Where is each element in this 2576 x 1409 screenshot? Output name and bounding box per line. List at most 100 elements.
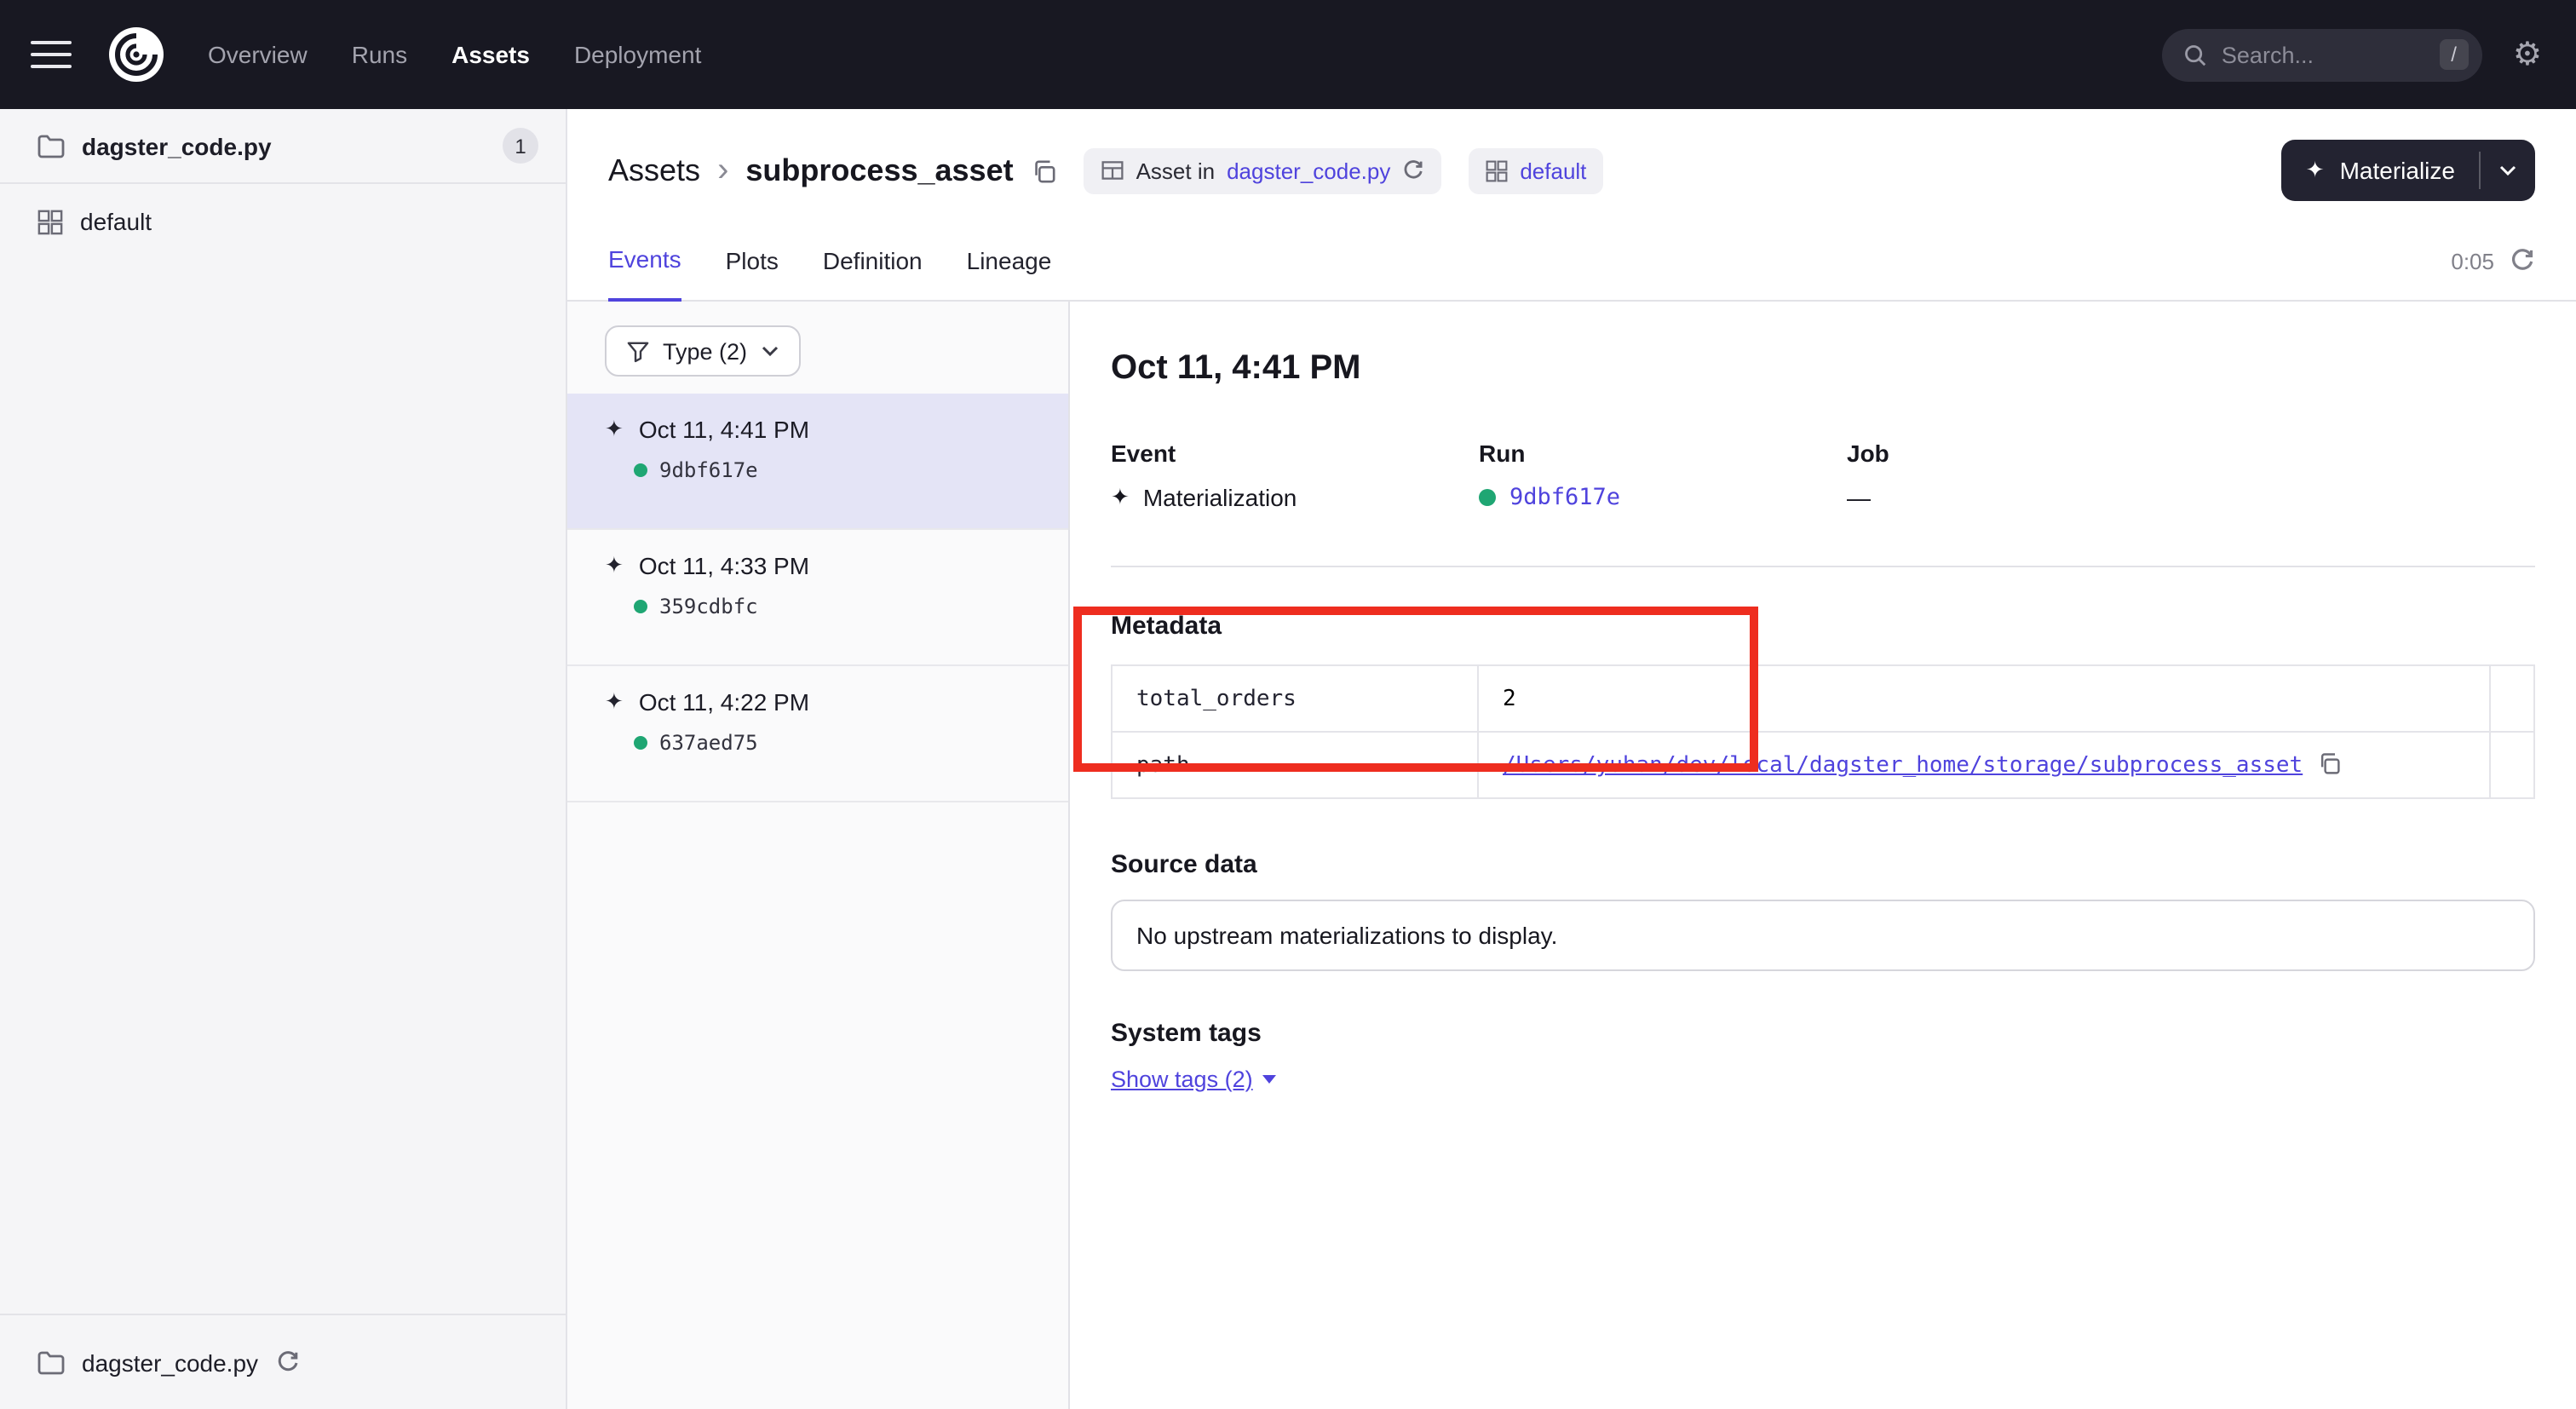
nav-item-assets[interactable]: Assets — [451, 41, 530, 68]
event-detail-panel: Oct 11, 4:41 PM Event ✦ Materialization … — [1070, 302, 2576, 1409]
field-event: Event ✦ Materialization — [1111, 440, 1479, 511]
event-list-item[interactable]: ✦ Oct 11, 4:41 PM 9dbf617e — [567, 394, 1068, 530]
source-data-heading: Source data — [1111, 850, 2535, 879]
folder-icon — [37, 1350, 65, 1374]
field-job-label: Job — [1847, 440, 1889, 467]
refresh-icon[interactable] — [2510, 249, 2535, 274]
materialize-label: Materialize — [2340, 157, 2455, 184]
materialization-icon: ✦ — [605, 552, 624, 579]
nav-item-runs[interactable]: Runs — [352, 41, 407, 68]
metadata-row: path /Users/yuhan/dev/local/dagster_home… — [1112, 732, 2534, 798]
metadata-key: path — [1112, 732, 1478, 798]
event-time: Oct 11, 4:22 PM — [639, 688, 809, 716]
metadata-trailing-cell — [2490, 665, 2534, 732]
metadata-row: total_orders 2 — [1112, 665, 2534, 732]
settings-gear-icon[interactable]: ⚙ — [2513, 38, 2542, 71]
run-status-dot — [634, 463, 647, 477]
sidebar-footer-code-location[interactable]: dagster_code.py — [0, 1314, 566, 1409]
sparkle-icon: ✦ — [2306, 157, 2325, 184]
asset-group-icon — [37, 209, 63, 234]
divider — [1111, 566, 2535, 567]
event-time: Oct 11, 4:33 PM — [639, 552, 809, 579]
group-label: default — [80, 208, 152, 235]
search-icon — [2182, 42, 2208, 67]
sidebar: dagster_code.py 1 default dagster_code.p… — [0, 109, 567, 1409]
breadcrumb-assets-link[interactable]: Assets — [608, 152, 700, 188]
materialize-split-button: ✦ Materialize — [2282, 140, 2535, 201]
metadata-heading: Metadata — [1111, 612, 2535, 641]
reload-icon[interactable] — [275, 1350, 299, 1374]
metadata-table: total_orders 2 path /Users/yuhan/dev/loc… — [1111, 664, 2535, 799]
table-icon — [1101, 158, 1124, 182]
copy-path-icon[interactable] — [2316, 751, 2340, 775]
asset-count-badge: 1 — [503, 128, 538, 164]
filter-funnel-icon — [627, 340, 649, 362]
materialize-button[interactable]: ✦ Materialize — [2282, 140, 2479, 201]
metadata-key: total_orders — [1112, 665, 1478, 732]
app-window: Overview Runs Assets Deployment / ⚙ dags — [0, 0, 2576, 1409]
asset-group-icon — [1486, 159, 1508, 181]
field-job-value: — — [1847, 484, 1871, 511]
metadata-trailing-cell — [2490, 732, 2534, 798]
group-badge[interactable]: default — [1469, 147, 1603, 193]
asset-in-prefix: Asset in — [1136, 158, 1216, 183]
dagster-logo-icon[interactable] — [109, 27, 164, 82]
asset-in-badge[interactable]: Asset in dagster_code.py — [1084, 147, 1442, 193]
asset-in-code-location-link[interactable]: dagster_code.py — [1227, 158, 1390, 183]
sidebar-item-group-default[interactable]: default — [0, 184, 566, 259]
search-shortcut-badge: / — [2439, 39, 2469, 70]
event-list-item[interactable]: ✦ Oct 11, 4:33 PM 359cdbfc — [567, 530, 1068, 666]
show-tags-label: Show tags (2) — [1111, 1067, 1253, 1092]
code-location-label: dagster_code.py — [82, 132, 272, 159]
field-run: Run 9dbf617e — [1479, 440, 1847, 511]
search-box[interactable]: / — [2162, 28, 2482, 81]
field-job: Job — — [1847, 440, 1889, 511]
event-list-item[interactable]: ✦ Oct 11, 4:22 PM 637aed75 — [567, 666, 1068, 802]
refresh-timer: 0:05 — [2451, 249, 2494, 274]
tab-definition[interactable]: Definition — [823, 247, 923, 300]
tab-bar: Events Plots Definition Lineage 0:05 — [608, 208, 2535, 300]
metadata-path-link[interactable]: /Users/yuhan/dev/local/dagster_home/stor… — [1503, 753, 2303, 779]
copy-asset-name-icon[interactable] — [1031, 158, 1056, 183]
materialization-icon: ✦ — [1111, 484, 1130, 511]
materialization-icon: ✦ — [605, 416, 624, 443]
folder-icon — [37, 134, 65, 158]
materialization-icon: ✦ — [605, 688, 624, 716]
main-area: Assets › subprocess_asset Asset in dagst… — [567, 109, 2576, 1409]
field-event-label: Event — [1111, 440, 1479, 467]
field-run-label: Run — [1479, 440, 1847, 467]
run-status-dot — [634, 600, 647, 613]
run-status-dot — [1479, 489, 1496, 506]
tab-events[interactable]: Events — [608, 245, 681, 302]
nav-item-overview[interactable]: Overview — [208, 41, 308, 68]
system-tags-heading: System tags — [1111, 1019, 2535, 1048]
tab-plots[interactable]: Plots — [726, 247, 779, 300]
main-nav: Overview Runs Assets Deployment — [208, 41, 701, 68]
run-id-link[interactable]: 9dbf617e — [1509, 484, 1620, 511]
sidebar-item-code-location[interactable]: dagster_code.py 1 — [0, 109, 566, 184]
run-id: 9dbf617e — [659, 458, 758, 482]
tab-lineage[interactable]: Lineage — [967, 247, 1052, 300]
reload-icon[interactable] — [1402, 159, 1424, 181]
show-tags-toggle[interactable]: Show tags (2) — [1111, 1067, 1277, 1092]
page-title: subprocess_asset — [745, 152, 1013, 188]
materialize-dropdown-button[interactable] — [2481, 140, 2535, 201]
run-id: 359cdbfc — [659, 595, 758, 618]
menu-icon[interactable] — [31, 41, 72, 68]
metadata-value: 2 — [1478, 665, 2490, 732]
run-id: 637aed75 — [659, 731, 758, 755]
group-badge-link[interactable]: default — [1520, 158, 1586, 183]
nav-item-deployment[interactable]: Deployment — [574, 41, 701, 68]
chevron-down-icon — [761, 346, 778, 356]
event-time: Oct 11, 4:41 PM — [639, 416, 809, 443]
event-detail-title: Oct 11, 4:41 PM — [1111, 349, 2535, 388]
event-list-panel: Type (2) ✦ Oct 11, 4:41 PM 9dbf617e — [567, 302, 1070, 1409]
field-event-value: Materialization — [1143, 484, 1297, 511]
type-filter-button[interactable]: Type (2) — [605, 325, 800, 377]
caret-down-icon — [1263, 1075, 1277, 1084]
footer-code-location-label: dagster_code.py — [82, 1349, 258, 1376]
type-filter-label: Type (2) — [663, 338, 747, 364]
run-status-dot — [634, 736, 647, 750]
nav-right: / ⚙ — [2162, 28, 2542, 81]
search-input[interactable] — [2222, 42, 2425, 67]
